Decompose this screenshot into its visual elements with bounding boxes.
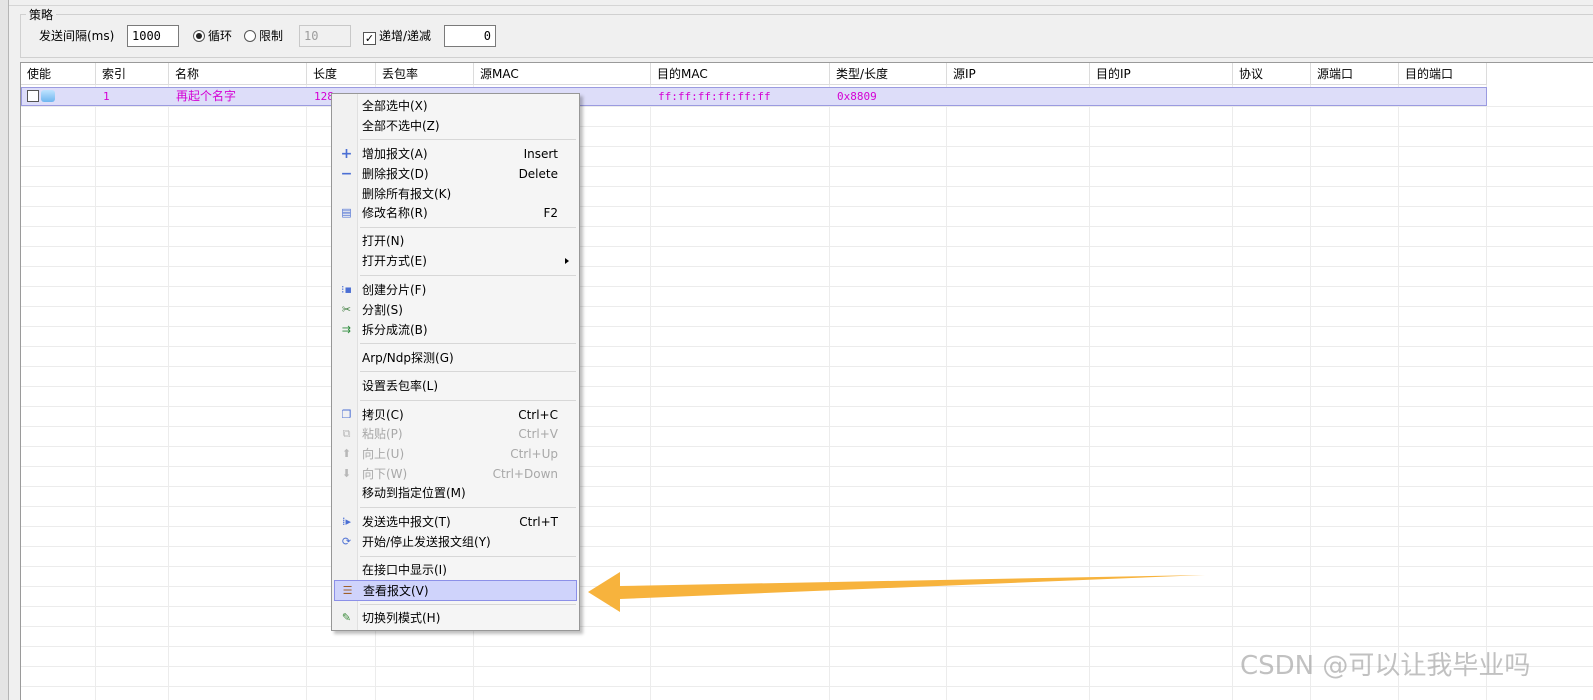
annotation-arrow [588,572,1205,612]
annotation-arrow-shape [588,572,1205,612]
csdn-watermark: CSDN @可以让我毕业吗 [1240,651,1531,681]
